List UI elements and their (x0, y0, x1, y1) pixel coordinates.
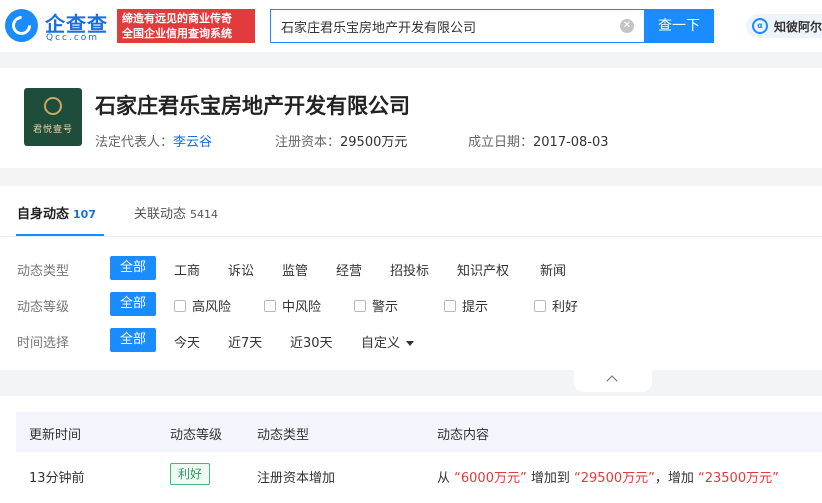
filter-level-checkbox[interactable]: 警示 (354, 296, 398, 315)
founded-label: 成立日期： (468, 135, 534, 150)
content-from-value: “6000万元” (454, 471, 527, 486)
filter-time-option[interactable]: 近7天 (228, 332, 262, 351)
content-diff-value: “23500万元” (698, 471, 779, 486)
tab-self-count: 107 (73, 208, 96, 221)
company-name: 石家庄君乐宝房地产开发有限公司 (95, 94, 410, 118)
tab-self-label: 自身动态 (17, 207, 70, 222)
tab-related-label: 关联动态 (134, 207, 187, 222)
th-content: 动态内容 (437, 428, 490, 443)
filter-type-option[interactable]: 监管 (282, 260, 308, 279)
level-badge: 利好 (170, 463, 211, 485)
zhibi-icon: α (752, 18, 768, 34)
app-root: 企查查 Qcc.com 缔造有远见的商业传奇 全国企业信用查询系统 石家庄君乐宝… (0, 0, 822, 503)
search-input[interactable]: 石家庄君乐宝房地产开发有限公司 ✕ (270, 9, 644, 43)
row-type: 注册资本增加 (257, 471, 336, 486)
row-content: 从 “6000万元” 增加到 “29500万元”，增加 “23500万元” (437, 467, 779, 486)
filter-type-option[interactable]: 招投标 (390, 260, 429, 279)
filter-level-option: 警示 (372, 300, 399, 315)
search-input-value[interactable]: 石家庄君乐宝房地产开发有限公司 (281, 17, 620, 36)
filter-type-all[interactable]: 全部 (110, 256, 157, 280)
content-mid: 增加到 (530, 471, 570, 486)
filter-type-row: 动态类型 全部 工商 诉讼 监管 经营 招投标 知识产权 新闻 (0, 256, 822, 280)
slogan-line-1: 缔造有远见的商业传奇 (122, 12, 232, 25)
checkbox-icon[interactable] (354, 299, 366, 312)
content-prefix: 从 (437, 471, 451, 486)
company-emblem-icon (44, 97, 62, 115)
founded-date: 成立日期：2017-08-03 (468, 131, 609, 150)
th-level: 动态等级 (170, 428, 223, 443)
filter-type-option[interactable]: 工商 (174, 260, 200, 279)
legal-rep: 法定代表人：李云谷 (95, 131, 212, 150)
tab-self-dynamics[interactable]: 自身动态 107 (17, 203, 96, 222)
tab-related-count: 5414 (190, 208, 219, 221)
filter-level-option: 利好 (552, 300, 579, 315)
capital-value: 29500万元 (340, 135, 408, 150)
filter-time-row: 时间选择 全部 今天 近7天 近30天 自定义 (0, 328, 822, 352)
filter-time-option[interactable]: 今天 (174, 332, 200, 351)
table-row[interactable]: 13分钟前 利好 注册资本增加 从 “6000万元” 增加到 “29500万元”… (16, 452, 822, 500)
filter-level-checkbox[interactable]: 中风险 (264, 296, 321, 315)
company-logo: 君悦壹号 (24, 88, 82, 146)
tab-related-dynamics[interactable]: 关联动态 5414 (134, 203, 218, 222)
search-button[interactable]: 查一下 (644, 9, 714, 43)
filter-level-option: 中风险 (282, 300, 322, 315)
filter-type-option[interactable]: 新闻 (540, 260, 566, 279)
top-header: 企查查 Qcc.com 缔造有远见的商业传奇 全国企业信用查询系统 石家庄君乐宝… (0, 0, 822, 52)
clear-icon[interactable]: ✕ (620, 19, 634, 33)
legal-rep-link[interactable]: 李云谷 (173, 135, 212, 150)
filter-level-checkbox[interactable]: 提示 (444, 296, 488, 315)
filter-level-checkbox[interactable]: 利好 (534, 296, 578, 315)
table-header: 更新时间 动态等级 动态类型 动态内容 (16, 412, 822, 452)
tab-bar: 自身动态 107 关联动态 5414 (0, 186, 822, 237)
th-update-time: 更新时间 (29, 428, 82, 443)
filter-time-custom-label: 自定义 (361, 336, 401, 351)
filter-type-option[interactable]: 知识产权 (457, 260, 509, 279)
filter-time-option[interactable]: 近30天 (290, 332, 333, 351)
filter-type-option[interactable]: 经营 (336, 260, 362, 279)
company-logo-text: 君悦壹号 (32, 125, 73, 135)
founded-value: 2017-08-03 (533, 135, 609, 150)
content-mid2: ，增加 (654, 471, 694, 486)
filter-time-label: 时间选择 (17, 336, 70, 351)
chevron-up-icon (606, 375, 618, 387)
qcc-logo[interactable]: 企查查 Qcc.com (5, 8, 115, 44)
capital-label: 注册资本： (275, 135, 341, 150)
logo-en-text: Qcc.com (46, 33, 100, 43)
filter-type-label: 动态类型 (17, 264, 70, 279)
filter-type-option[interactable]: 诉讼 (228, 260, 254, 279)
company-card: 君悦壹号 石家庄君乐宝房地产开发有限公司 法定代表人：李云谷 注册资本：2950… (0, 68, 822, 168)
th-type: 动态类型 (257, 428, 310, 443)
filter-level-label: 动态等级 (17, 300, 70, 315)
filter-level-option: 提示 (462, 300, 489, 315)
dynamics-table: 更新时间 动态等级 动态类型 动态内容 13分钟前 利好 注册资本增加 从 “6… (0, 396, 822, 503)
checkbox-icon[interactable] (534, 299, 546, 312)
active-tab-indicator (16, 234, 104, 236)
filter-panel: 自身动态 107 关联动态 5414 动态类型 全部 工商 诉讼 监管 经营 招投标… (0, 186, 822, 370)
slogan-line-2: 全国企业信用查询系统 (122, 27, 232, 40)
checkbox-icon[interactable] (264, 299, 276, 312)
registered-capital: 注册资本：29500万元 (275, 131, 407, 150)
checkbox-icon[interactable] (174, 299, 186, 312)
collapse-toggle[interactable] (574, 370, 652, 392)
slogan-banner: 缔造有远见的商业传奇 全国企业信用查询系统 (117, 9, 255, 43)
zhibi-label: 知彼阿尔法 (774, 19, 822, 34)
content-to-value: “29500万元” (574, 471, 655, 486)
filter-level-option: 高风险 (192, 300, 232, 315)
qcc-logo-icon (5, 9, 38, 42)
zhibi-button[interactable]: α 知彼阿尔法 (746, 14, 822, 38)
filter-level-all[interactable]: 全部 (110, 292, 157, 316)
checkbox-icon[interactable] (444, 299, 456, 312)
caret-down-icon (406, 341, 415, 346)
filter-time-all[interactable]: 全部 (110, 328, 157, 352)
row-time: 13分钟前 (29, 471, 85, 486)
filter-time-custom-dropdown[interactable]: 自定义 (361, 332, 415, 351)
filter-level-row: 动态等级 全部 高风险 中风险 警示 提示 利好 (0, 292, 822, 316)
legal-rep-label: 法定代表人： (95, 135, 174, 150)
filter-level-checkbox[interactable]: 高风险 (174, 296, 231, 315)
